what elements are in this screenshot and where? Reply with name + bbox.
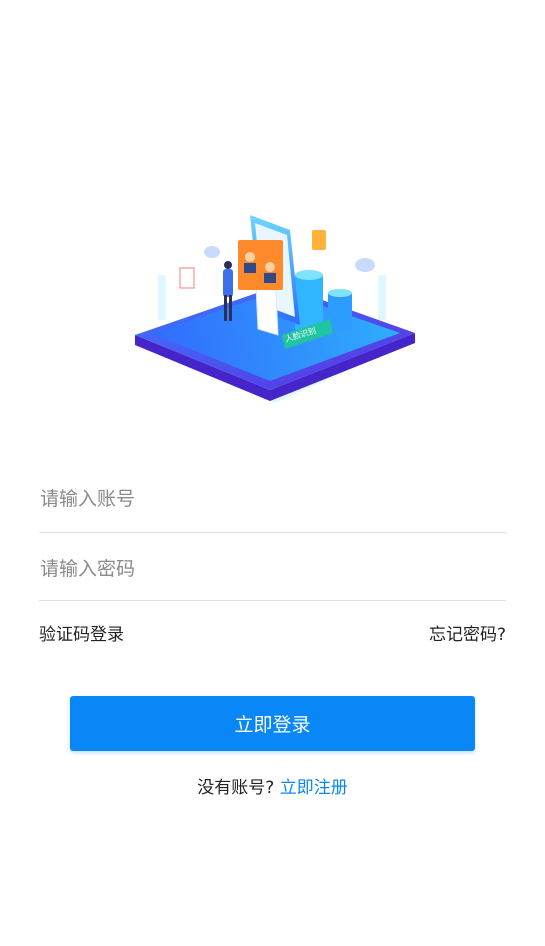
no-account-text: 没有账号? [197,778,275,798]
account-input[interactable] [39,466,506,533]
register-row: 没有账号? 立即注册 [0,773,545,798]
sms-code-login-link[interactable]: 验证码登录 [39,620,124,645]
password-input[interactable] [39,537,506,601]
face-recognition-illustration: 人脸识别 [135,215,415,403]
register-link[interactable]: 立即注册 [280,778,348,798]
forgot-password-link[interactable]: 忘记密码? [429,620,506,645]
login-button[interactable]: 立即登录 [70,696,475,751]
